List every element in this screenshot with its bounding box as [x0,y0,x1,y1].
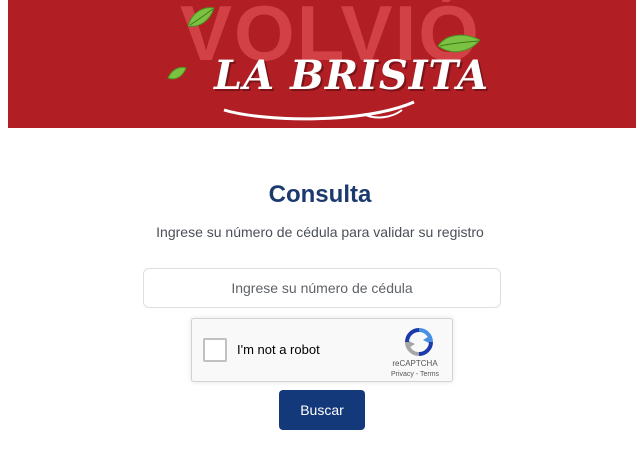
search-button[interactable]: Buscar [279,390,365,430]
promo-banner: VOLVIÓ LA BRISITA [8,0,636,128]
recaptcha-privacy-link[interactable]: Privacy [391,371,414,378]
leaf-icon [167,66,187,80]
id-number-input[interactable] [143,268,501,308]
page: VOLVIÓ LA BRISITA Consulta Ingrese su nú… [0,0,640,450]
recaptcha-widget: I'm not a robot reCAPTCHA Privacy - Term… [191,318,453,382]
recaptcha-label: I'm not a robot [237,342,320,357]
page-title: Consulta [268,181,372,208]
recaptcha-links: Privacy - Terms [380,370,450,379]
recaptcha-brand: reCAPTCHA [392,359,438,368]
brand-logo-text: LA BRISITA [214,52,490,99]
recaptcha-checkbox[interactable] [203,338,227,362]
recaptcha-terms-link[interactable]: Terms [420,371,439,378]
page-subtitle: Ingrese su número de cédula para validar… [156,224,484,240]
brand-logo: LA BRISITA [214,44,490,128]
leaf-icon [187,7,215,27]
recaptcha-logo-icon [405,328,433,356]
